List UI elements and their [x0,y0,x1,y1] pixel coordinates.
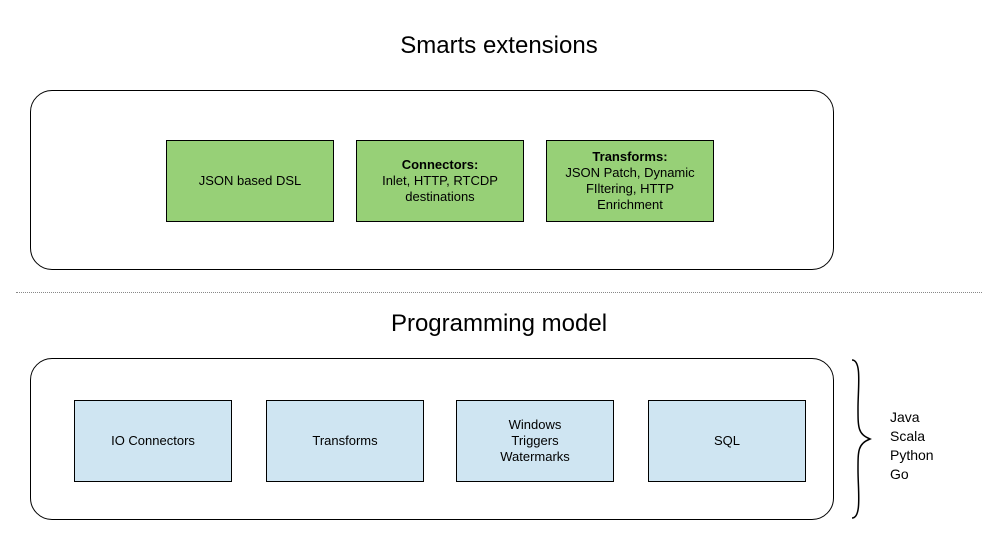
language-item: Java [890,408,934,427]
language-item: Go [890,465,934,484]
box-line: Windows [509,417,562,433]
box-label: SQL [714,433,740,449]
box-detail: JSON Patch, Dynamic FIltering, HTTP Enri… [553,165,707,214]
box-transforms: Transforms: JSON Patch, Dynamic FIlterin… [546,140,714,222]
box-json-dsl: JSON based DSL [166,140,334,222]
section-title-bottom: Programming model [0,310,998,338]
box-label: IO Connectors [111,433,195,449]
language-item: Scala [890,427,934,446]
section-title-top: Smarts extensions [0,32,998,60]
language-list: Java Scala Python Go [890,408,934,484]
box-connectors: Connectors: Inlet, HTTP, RTCDP destinati… [356,140,524,222]
box-line: Watermarks [500,449,570,465]
box-label: Transforms [312,433,377,449]
box-line: Triggers [511,433,558,449]
box-label: JSON based DSL [199,173,302,189]
box-heading: Transforms: [592,149,667,165]
section-divider [16,292,982,293]
box-transforms-pm: Transforms [266,400,424,482]
language-item: Python [890,446,934,465]
box-io-connectors: IO Connectors [74,400,232,482]
box-heading: Connectors: [402,157,479,173]
curly-brace-icon [846,358,876,520]
box-detail: Inlet, HTTP, RTCDP destinations [363,173,517,206]
box-windows-triggers-watermarks: Windows Triggers Watermarks [456,400,614,482]
box-sql: SQL [648,400,806,482]
